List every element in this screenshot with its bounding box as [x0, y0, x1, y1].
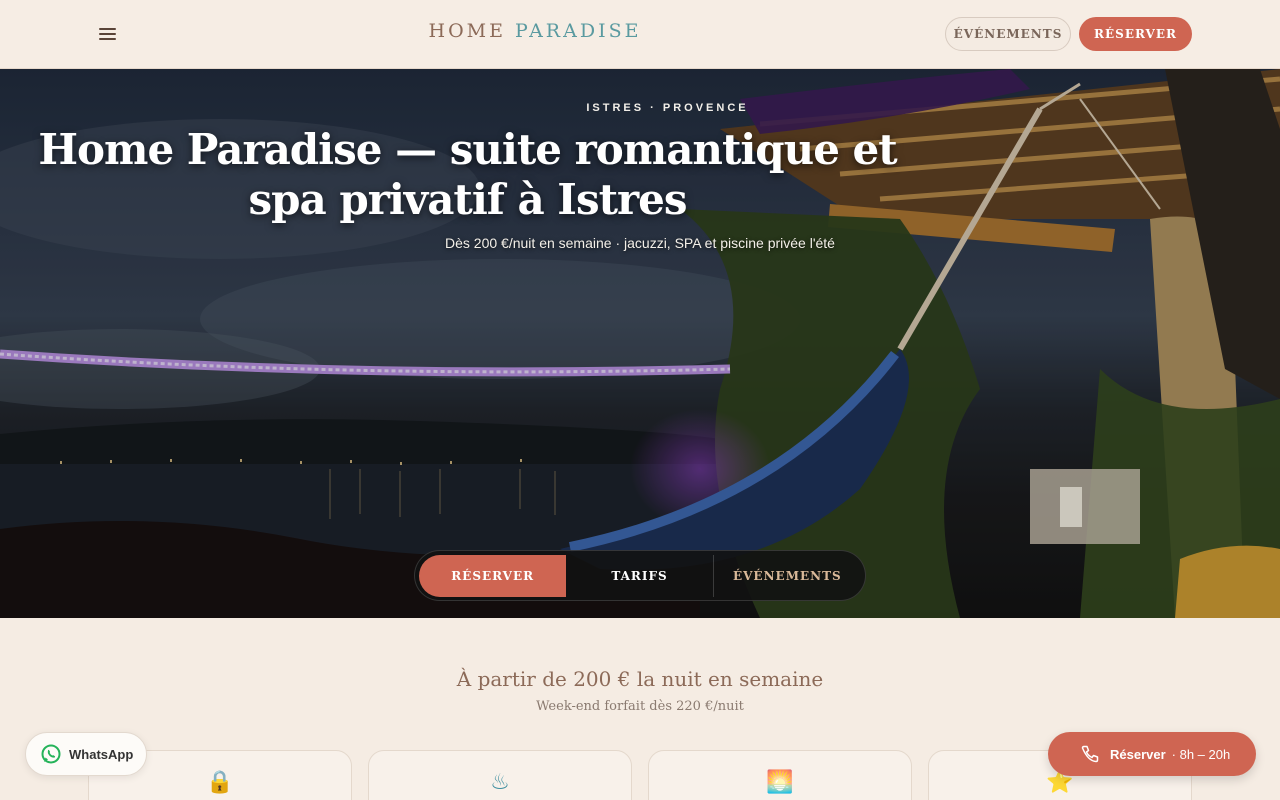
hero-segmented-nav: RÉSERVER TARIFS ÉVÉNEMENTS — [414, 550, 866, 601]
hero-section: ISTRES · PROVENCE Home Paradise — suite … — [0, 69, 1280, 618]
hero-title: Home Paradise — suite romantique et spa … — [38, 125, 897, 224]
brand-part-home: HOME — [428, 20, 506, 42]
whatsapp-label: WhatsApp — [69, 746, 134, 762]
pricing-subtitle: Week-end forfait dès 220 €/nuit — [536, 699, 744, 714]
pricing-title: À partir de 200 € la nuit en semaine — [456, 667, 824, 691]
hero-book-button[interactable]: RÉSERVER — [419, 554, 567, 597]
phone-icon — [1081, 745, 1099, 763]
book-button[interactable]: RÉSERVER — [1079, 17, 1192, 51]
events-button[interactable]: ÉVÉNEMENTS — [945, 17, 1071, 51]
hero-events-button[interactable]: ÉVÉNEMENTS — [714, 555, 861, 597]
hot-tub-icon: ♨ — [490, 769, 510, 794]
brand-logo[interactable]: HOME PARADISE — [0, 20, 1070, 42]
floating-book-hours: · 8h – 20h — [1171, 746, 1231, 762]
floating-book-button[interactable]: Réserver · 8h – 20h — [1048, 732, 1256, 776]
floating-book-label: Réserver — [1110, 746, 1166, 762]
whatsapp-icon — [41, 744, 61, 764]
pool-icon: 🌅 — [766, 769, 794, 794]
hero-tarifs-button[interactable]: TARIFS — [566, 554, 714, 597]
hero-subtitle: Dès 200 €/nuit en semaine · jacuzzi, SPA… — [0, 235, 1280, 251]
brand-part-paradise: PARADISE — [515, 20, 642, 42]
whatsapp-button[interactable]: WhatsApp — [25, 732, 147, 776]
site-header: HOME PARADISE ÉVÉNEMENTS RÉSERVER — [0, 0, 1280, 69]
hero-eyebrow: ISTRES · PROVENCE — [586, 102, 749, 114]
feature-card-pool[interactable]: 🌅 — [648, 750, 912, 800]
feature-card-spa[interactable]: ♨ — [368, 750, 632, 800]
hero-subtitle-text: Dès 200 €/nuit en semaine · jacuzzi, SPA… — [445, 235, 835, 251]
